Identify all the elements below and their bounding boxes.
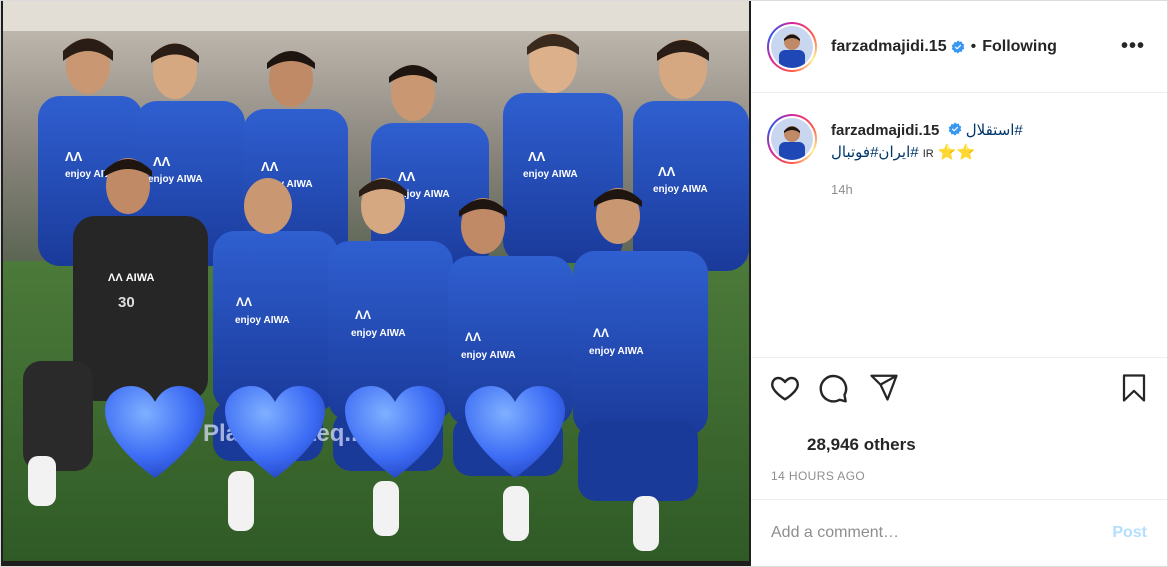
- svg-text:ΛΛ: ΛΛ: [65, 149, 83, 164]
- likes-count[interactable]: 28,946 others: [807, 435, 916, 455]
- post-header: farzadmajidi.15 • Following •••: [751, 1, 1167, 93]
- heart-icon[interactable]: [769, 372, 801, 404]
- post-timestamp[interactable]: 14 HOURS AGO: [771, 469, 865, 483]
- svg-text:ΛΛ: ΛΛ: [355, 308, 371, 322]
- hashtag-esteghlal[interactable]: #استقلال: [966, 122, 1023, 139]
- instagram-post: ΛΛ enjoy AIWA ΛΛ enjoy AIWA ΛΛ enjoy AIWA Λ…: [0, 0, 1168, 567]
- team-photo: ΛΛ enjoy AIWA ΛΛ enjoy AIWA ΛΛ enjoy AIWA Λ…: [3, 1, 749, 561]
- svg-text:enjoy AIWA: enjoy AIWA: [148, 174, 203, 185]
- following-button[interactable]: Following: [982, 38, 1057, 56]
- verified-badge-icon: [948, 122, 961, 136]
- verified-badge-icon: [951, 39, 964, 54]
- svg-text:ΛΛ: ΛΛ: [528, 149, 546, 164]
- svg-text:ΛΛ: ΛΛ: [236, 295, 252, 309]
- avatar-image: [771, 25, 813, 68]
- flag-text: IR: [922, 148, 934, 160]
- more-options-icon[interactable]: •••: [1121, 35, 1145, 58]
- post-sidebar: farzadmajidi.15 • Following ••• farzadma…: [751, 1, 1167, 566]
- caption-body: farzadmajidi.15 #استقلال #ایران#فوتبال I…: [831, 120, 1023, 201]
- comment-input[interactable]: [771, 524, 1113, 542]
- stars-emoji: ⭐⭐: [937, 144, 976, 161]
- header-username[interactable]: farzadmajidi.15: [831, 38, 947, 56]
- svg-text:enjoy AIWA: enjoy AIWA: [461, 350, 516, 361]
- svg-text:enjoy AIWA: enjoy AIWA: [653, 184, 708, 195]
- comment-icon[interactable]: [817, 372, 849, 404]
- post-comment-button[interactable]: Post: [1112, 524, 1147, 542]
- hashtag-iran-football[interactable]: #ایران#فوتبال: [831, 144, 919, 161]
- svg-text:ΛΛ: ΛΛ: [398, 169, 416, 184]
- svg-text:ΛΛ: ΛΛ: [261, 159, 279, 174]
- share-icon[interactable]: [869, 372, 899, 402]
- svg-text:ΛΛ: ΛΛ: [658, 164, 676, 179]
- svg-text:ΛΛ: ΛΛ: [593, 326, 609, 340]
- svg-text:30: 30: [118, 294, 135, 311]
- svg-text:ΛΛ AIWA: ΛΛ AIWA: [108, 272, 155, 284]
- svg-text:enjoy AIWA: enjoy AIWA: [351, 328, 406, 339]
- comment-bar: Post: [751, 499, 1167, 566]
- svg-text:ΛΛ: ΛΛ: [153, 154, 171, 169]
- caption-comment: farzadmajidi.15 #استقلال #ایران#فوتبال I…: [767, 114, 1151, 201]
- bookmark-icon[interactable]: [1119, 372, 1149, 404]
- separator-dot: •: [970, 37, 977, 55]
- svg-text:enjoy AIWA: enjoy AIWA: [235, 315, 290, 326]
- caption-age[interactable]: 14h: [831, 179, 1023, 201]
- svg-text:enjoy AIWA: enjoy AIWA: [589, 346, 644, 357]
- caption-section: farzadmajidi.15 #استقلال #ایران#فوتبال I…: [751, 94, 1167, 357]
- svg-text:ΛΛ: ΛΛ: [465, 330, 481, 344]
- svg-text:enjoy AIWA: enjoy AIWA: [523, 169, 578, 180]
- avatar[interactable]: [767, 21, 817, 72]
- post-media[interactable]: ΛΛ enjoy AIWA ΛΛ enjoy AIWA ΛΛ enjoy AIWA Λ…: [1, 1, 751, 566]
- action-bar: [751, 357, 1167, 417]
- caption-username[interactable]: farzadmajidi.15: [831, 122, 939, 139]
- caption-avatar[interactable]: [767, 114, 817, 164]
